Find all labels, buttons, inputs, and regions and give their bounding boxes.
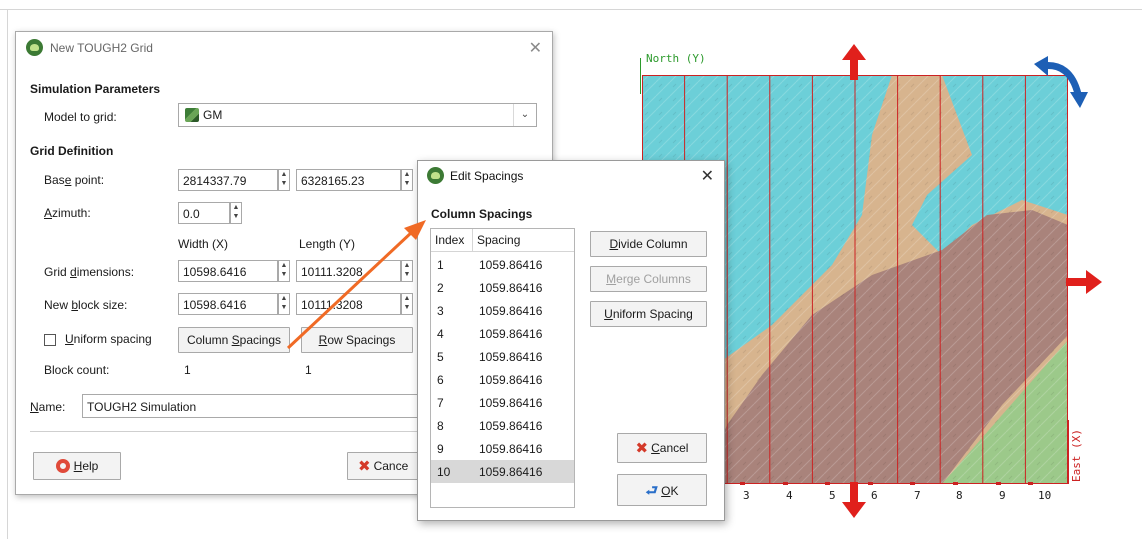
help-button[interactable]: Help	[33, 452, 121, 480]
column-tick-marks	[740, 482, 1033, 485]
block-size-label: New block size:	[44, 298, 128, 312]
block-count-label: Block count:	[44, 363, 110, 377]
uniform-spacing-button[interactable]: Uniform Spacing	[590, 301, 707, 327]
north-axis-label: North (Y)	[646, 52, 706, 65]
ok-button[interactable]: ⮐ OK	[617, 474, 707, 506]
column-spacings-heading: Column Spacings	[431, 207, 533, 221]
table-row[interactable]: 8 1059.86416	[431, 414, 574, 437]
table-row[interactable]: 2 1059.86416	[431, 276, 574, 299]
move-north-arrow-icon[interactable]	[838, 42, 870, 82]
leapfrog-app-icon	[427, 167, 444, 184]
move-east-arrow-icon[interactable]	[1064, 266, 1104, 298]
model-select-value: GM	[203, 108, 223, 122]
width-column-header: Width (X)	[178, 237, 229, 251]
leapfrog-app-icon	[26, 39, 43, 56]
grid-dimensions-label: Grid dimensions:	[44, 265, 135, 279]
uniform-spacing-label: Uniform spacing	[65, 332, 152, 346]
section-simulation-parameters: Simulation Parameters	[30, 82, 161, 96]
column-number: 10	[1038, 489, 1052, 502]
spacings-table[interactable]: Index Spacing 1 1059.86416 2 1059.86416 31…	[430, 228, 575, 508]
table-row[interactable]: 3 1059.86416	[431, 299, 574, 322]
model-select[interactable]: GM ⌄	[178, 103, 537, 127]
page-border	[0, 9, 1142, 10]
table-row[interactable]: 5 1059.86416	[431, 345, 574, 368]
block-count-x: 1	[184, 363, 191, 377]
dialog-title: Edit Spacings	[450, 169, 524, 183]
azimuth-label: Azimuth:	[44, 206, 91, 220]
table-row[interactable]: 4 1059.86416	[431, 322, 574, 345]
close-icon[interactable]: ✕	[529, 38, 542, 58]
east-axis-line	[1068, 420, 1069, 484]
divide-column-button[interactable]: Divide Column	[590, 231, 707, 257]
column-number: 5	[829, 489, 836, 502]
azimuth-input[interactable]: 0.0	[178, 202, 230, 224]
base-point-x-spinner[interactable]: ▲ ▼	[278, 169, 290, 191]
base-point-y-input[interactable]: 6328165.23	[296, 169, 401, 191]
merge-columns-button[interactable]: Merge Columns	[590, 266, 707, 292]
column-number: 6	[871, 489, 878, 502]
name-label: Name:	[30, 400, 66, 414]
edit-spacings-dialog: Edit Spacings ✕ Column Spacings Index Sp…	[417, 160, 725, 521]
table-row[interactable]: 7 1059.86416	[431, 391, 574, 414]
base-point-y-spinner[interactable]: ▲ ▼	[401, 169, 413, 191]
table-row[interactable]: 6 1059.86416	[431, 368, 574, 391]
block-count-y: 1	[305, 363, 312, 377]
model-to-grid-label: Model to grid:	[44, 110, 117, 124]
geological-model-icon	[185, 108, 199, 122]
cancel-x-icon: ✖	[358, 458, 371, 475]
lifebuoy-icon	[55, 459, 70, 473]
east-axis-label: East (X)	[1070, 429, 1083, 482]
name-input[interactable]: TOUGH2 Simulation	[82, 394, 422, 418]
callout-arrow	[286, 220, 426, 350]
table-row[interactable]: 9 1059.86416	[431, 437, 574, 460]
spacing-column-header[interactable]: Spacing	[477, 233, 520, 247]
cancel-x-icon: ✖	[635, 440, 649, 457]
close-icon[interactable]: ✕	[701, 166, 714, 186]
table-header: Index Spacing	[431, 229, 574, 252]
column-number: 7	[914, 489, 921, 502]
column-spacings-button[interactable]: Column Spacings	[178, 327, 290, 353]
table-row-selected[interactable]: 10 1059.86416	[431, 460, 574, 483]
uniform-spacing-checkbox[interactable]	[44, 334, 56, 346]
section-grid-definition: Grid Definition	[30, 144, 114, 158]
base-point-x-input[interactable]: 2814337.79	[178, 169, 278, 191]
azimuth-spinner[interactable]: ▲ ▼	[230, 202, 242, 224]
table-row[interactable]: 1 1059.86416	[431, 253, 574, 276]
grid-width-input[interactable]: 10598.6416	[178, 260, 278, 282]
column-number: 3	[743, 489, 750, 502]
block-width-input[interactable]: 10598.6416	[178, 293, 278, 315]
cancel-button[interactable]: ✖ Cance	[347, 452, 427, 480]
ok-arrow-icon: ⮐	[645, 482, 659, 498]
base-point-label: Base point:	[44, 173, 105, 187]
chevron-down-icon[interactable]: ⌄	[513, 104, 536, 126]
column-number: 4	[786, 489, 793, 502]
dialog-titlebar: Edit Spacings ✕	[418, 161, 724, 191]
dialog-titlebar: New TOUGH2 Grid ✕	[16, 32, 552, 64]
dialog-title: New TOUGH2 Grid	[50, 41, 153, 55]
column-number: 9	[999, 489, 1006, 502]
rotate-arrow-icon[interactable]	[1030, 48, 1092, 110]
page-border	[7, 9, 8, 539]
move-south-arrow-icon[interactable]	[838, 480, 870, 520]
column-number: 8	[956, 489, 963, 502]
north-axis-line	[640, 58, 641, 94]
cancel-button[interactable]: ✖ Cancel	[617, 433, 707, 463]
